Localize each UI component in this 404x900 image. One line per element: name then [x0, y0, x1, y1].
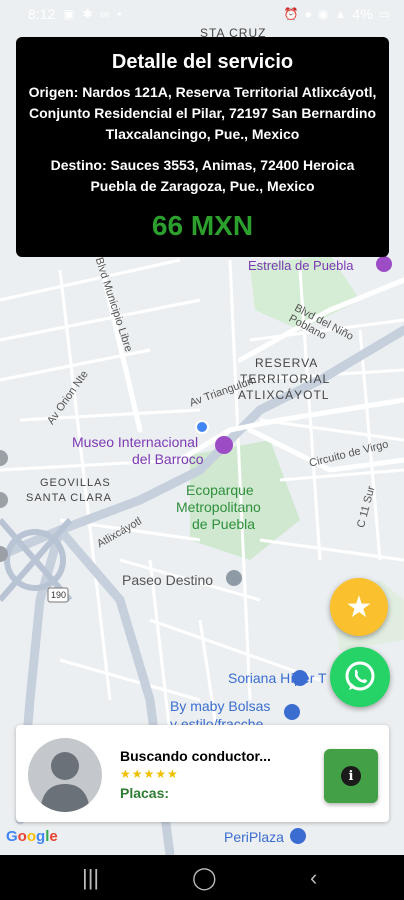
- service-detail-title: Detalle del servicio: [111, 51, 294, 73]
- map-label-reserva-3: ATLIXCÁYOTL: [238, 388, 330, 402]
- wifi-icon: ◉: [318, 7, 329, 21]
- map-label-geovillas-1: GEOVILLAS: [40, 477, 111, 489]
- person-icon: [40, 752, 90, 812]
- map-label-periplaza[interactable]: PeriPlaza: [224, 829, 284, 845]
- battery-icon: ▭: [378, 7, 390, 21]
- plates-label: Placas:: [120, 785, 170, 801]
- gallery-icon: ▣: [63, 7, 75, 21]
- star-icon: ★: [345, 590, 373, 624]
- system-nav-bar: ||| ◯ ‹: [0, 855, 404, 900]
- map-label-ecoparque-1[interactable]: Ecoparque: [186, 482, 254, 498]
- battery-level: 4%: [352, 6, 373, 22]
- origin-text: Origen: Nardos 121A, Reserva Territorial…: [28, 84, 377, 142]
- map-label-estrella[interactable]: Estrella de Puebla: [248, 258, 354, 273]
- whatsapp-button[interactable]: [330, 647, 390, 707]
- route-shield-label: 190: [51, 590, 67, 600]
- google-logo: Google: [6, 828, 58, 845]
- whatsapp-icon: [345, 661, 375, 691]
- driver-status: Buscando conductor...: [120, 748, 271, 764]
- recent-apps-icon[interactable]: |||: [82, 865, 99, 891]
- destination-text: Destino: Sauces 3553, Animas, 72400 Hero…: [50, 157, 355, 194]
- map-label-soriana[interactable]: Soriana Híper T: [228, 670, 327, 686]
- info-button[interactable]: i: [324, 749, 378, 803]
- signal-icon: ▲: [334, 7, 347, 21]
- map-label-paseo-destino[interactable]: Paseo Destino: [122, 572, 213, 588]
- map-label-museo-2[interactable]: del Barroco: [132, 451, 204, 467]
- favorite-button[interactable]: ★: [330, 578, 388, 636]
- voicemail-icon: ∞: [100, 7, 110, 21]
- back-icon[interactable]: ‹: [310, 865, 317, 891]
- map-label-ecoparque-2[interactable]: Metropolitano: [176, 499, 261, 515]
- map-label-bymaby-1[interactable]: By maby Bolsas: [170, 698, 270, 714]
- service-detail-card: Detalle del servicio Origen: Nardos 121A…: [16, 37, 389, 257]
- avatar: [28, 738, 102, 812]
- dot-icon: •: [117, 7, 122, 21]
- rating-stars: ★★★★★: [120, 767, 179, 781]
- map-label-ecoparque-3[interactable]: de Puebla: [192, 516, 255, 532]
- driver-card: Buscando conductor... ★★★★★ Placas: i: [16, 725, 389, 822]
- map-label-museo-1[interactable]: Museo Internacional: [72, 434, 198, 450]
- home-icon[interactable]: ◯: [192, 865, 217, 891]
- price-text: 66 MXN: [151, 210, 254, 241]
- map-label-geovillas-2: SANTA CLARA: [26, 492, 112, 504]
- status-time: 8:12: [28, 6, 56, 22]
- info-icon: i: [341, 766, 361, 786]
- alarm-icon: ⏰: [283, 7, 299, 21]
- notification-icon: ✱: [82, 7, 93, 21]
- map-label-reserva-1: RESERVA: [255, 356, 319, 370]
- status-bar: 8:12 ▣ ✱ ∞ • ⏰ ● ◉ ▲ 4% ▭: [0, 0, 404, 30]
- location-icon: ●: [304, 7, 313, 21]
